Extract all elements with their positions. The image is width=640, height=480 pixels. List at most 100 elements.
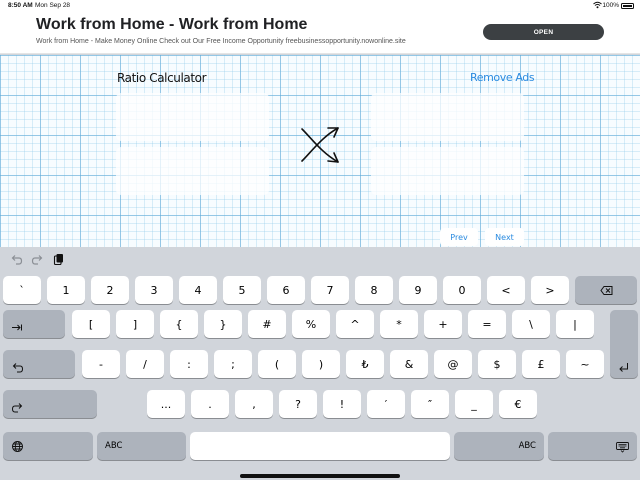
key-row1-1[interactable]: 1 (47, 276, 85, 304)
key-row2-2-label: { (175, 317, 183, 331)
key-row2-9-label: = (482, 317, 492, 331)
ad-open-button[interactable]: OPEN (483, 24, 604, 40)
key-row3-5-label: ) (318, 357, 324, 371)
key-row1-11[interactable]: < (487, 276, 525, 304)
key-row3-4[interactable]: ( (258, 350, 296, 378)
key-row3-0-label: - (99, 357, 103, 371)
key-row1-0-label: ` (19, 283, 25, 297)
key-row4-6[interactable]: ″ (411, 390, 449, 418)
key-row2-5-label: % (305, 317, 317, 331)
key-row1-6[interactable]: 6 (267, 276, 305, 304)
clipboard-icon[interactable] (52, 253, 65, 266)
key-row1-7-label: 7 (326, 283, 334, 297)
cross-arrows-icon (301, 127, 339, 163)
key-row4-3[interactable]: ? (279, 390, 317, 418)
key-row1-10-label: 0 (458, 283, 466, 297)
key-row2-8[interactable]: + (424, 310, 462, 338)
key-row1-5[interactable]: 5 (223, 276, 261, 304)
key-row3-3[interactable]: ; (214, 350, 252, 378)
abc-key-right[interactable]: ABC (454, 432, 544, 460)
key-row1-12[interactable]: > (531, 276, 569, 304)
key-row4-6-label: ″ (427, 397, 433, 411)
globe-key[interactable] (3, 432, 93, 460)
key-row2-4[interactable]: # (248, 310, 286, 338)
key-row2-5[interactable]: % (292, 310, 330, 338)
key-row1-8[interactable]: 8 (355, 276, 393, 304)
key-row1-9[interactable]: 9 (399, 276, 437, 304)
key-row3-6-label: ₺ (361, 357, 369, 371)
key-row4-7-label: _ (471, 397, 477, 411)
key-row1-6-label: 6 (282, 283, 290, 297)
key-row3-6[interactable]: ₺ (346, 350, 384, 378)
key-row1-3[interactable]: 3 (135, 276, 173, 304)
key-row2-6-label: ^ (350, 317, 360, 331)
redo-icon[interactable] (31, 253, 44, 266)
key-row4-4[interactable]: ! (323, 390, 361, 418)
key-row3-7-label: & (404, 357, 414, 371)
ad-banner[interactable]: Work from Home - Work from Home Work fro… (0, 12, 640, 54)
key-row1-0[interactable]: ` (3, 276, 41, 304)
key-row3-10-label: £ (537, 357, 545, 371)
abc-key-left[interactable]: ABC (97, 432, 186, 460)
key-row4-1[interactable]: . (191, 390, 229, 418)
key-row4-8[interactable]: € (499, 390, 537, 418)
key-row2-1[interactable]: ] (116, 310, 154, 338)
undo-icon[interactable] (10, 253, 23, 266)
ad-title[interactable]: Work from Home - Work from Home (36, 16, 307, 34)
undo-key[interactable] (3, 350, 75, 378)
key-row3-1[interactable]: / (126, 350, 164, 378)
next-button[interactable]: Next (485, 228, 524, 246)
key-row4-0-label: ... (160, 397, 172, 411)
key-row2-7[interactable]: * (380, 310, 418, 338)
ad-description[interactable]: Work from Home - Make Money Online Check… (36, 38, 406, 45)
key-row3-2[interactable]: : (170, 350, 208, 378)
key-row1-2[interactable]: 2 (91, 276, 129, 304)
return-icon (619, 363, 628, 372)
key-row2-10-label: \ (529, 317, 533, 331)
return-key[interactable] (610, 310, 638, 378)
app-title: Ratio Calculator (117, 71, 207, 85)
key-row1-11-label: < (501, 283, 511, 297)
key-row3-8[interactable]: @ (434, 350, 472, 378)
key-row3-11[interactable]: ~ (566, 350, 604, 378)
key-row1-4[interactable]: 4 (179, 276, 217, 304)
remove-ads-link[interactable]: Remove Ads (470, 71, 535, 84)
key-row1-4-label: 4 (194, 283, 202, 297)
key-row3-10[interactable]: £ (522, 350, 560, 378)
key-row4-8-label: € (514, 397, 522, 411)
ratio-input-b[interactable] (116, 147, 269, 195)
key-row3-7[interactable]: & (390, 350, 428, 378)
key-row4-7[interactable]: _ (455, 390, 493, 418)
space-key[interactable] (190, 432, 450, 460)
keyboard-dismiss-key[interactable] (548, 432, 637, 460)
ratio-input-a[interactable] (116, 93, 269, 141)
key-row2-0[interactable]: [ (72, 310, 110, 338)
keyboard-toolbar (0, 247, 640, 272)
key-row4-0[interactable]: ... (147, 390, 185, 418)
key-row3-5[interactable]: ) (302, 350, 340, 378)
key-row2-9[interactable]: = (468, 310, 506, 338)
key-row3-9[interactable]: $ (478, 350, 516, 378)
redo-key-icon (11, 403, 23, 413)
key-row3-3-label: ; (231, 357, 235, 371)
key-row3-0[interactable]: - (82, 350, 120, 378)
delete-key[interactable] (575, 276, 637, 304)
key-row2-2[interactable]: { (160, 310, 198, 338)
prev-button[interactable]: Prev (440, 228, 478, 246)
key-row1-7[interactable]: 7 (311, 276, 349, 304)
redo-key[interactable] (3, 390, 97, 418)
key-row2-6[interactable]: ^ (336, 310, 374, 338)
ratio-input-c[interactable] (371, 93, 524, 141)
home-indicator (240, 474, 400, 478)
key-row4-1-label: . (208, 397, 212, 411)
key-row4-2[interactable]: , (235, 390, 273, 418)
key-row2-11[interactable]: | (556, 310, 594, 338)
key-row4-5[interactable]: ′ (367, 390, 405, 418)
key-row1-12-label: > (545, 283, 555, 297)
key-row1-10[interactable]: 0 (443, 276, 481, 304)
ratio-input-d[interactable] (371, 147, 524, 195)
key-row2-10[interactable]: \ (512, 310, 550, 338)
key-row2-3[interactable]: } (204, 310, 242, 338)
delete-icon (599, 285, 612, 295)
tab-key[interactable] (3, 310, 65, 338)
